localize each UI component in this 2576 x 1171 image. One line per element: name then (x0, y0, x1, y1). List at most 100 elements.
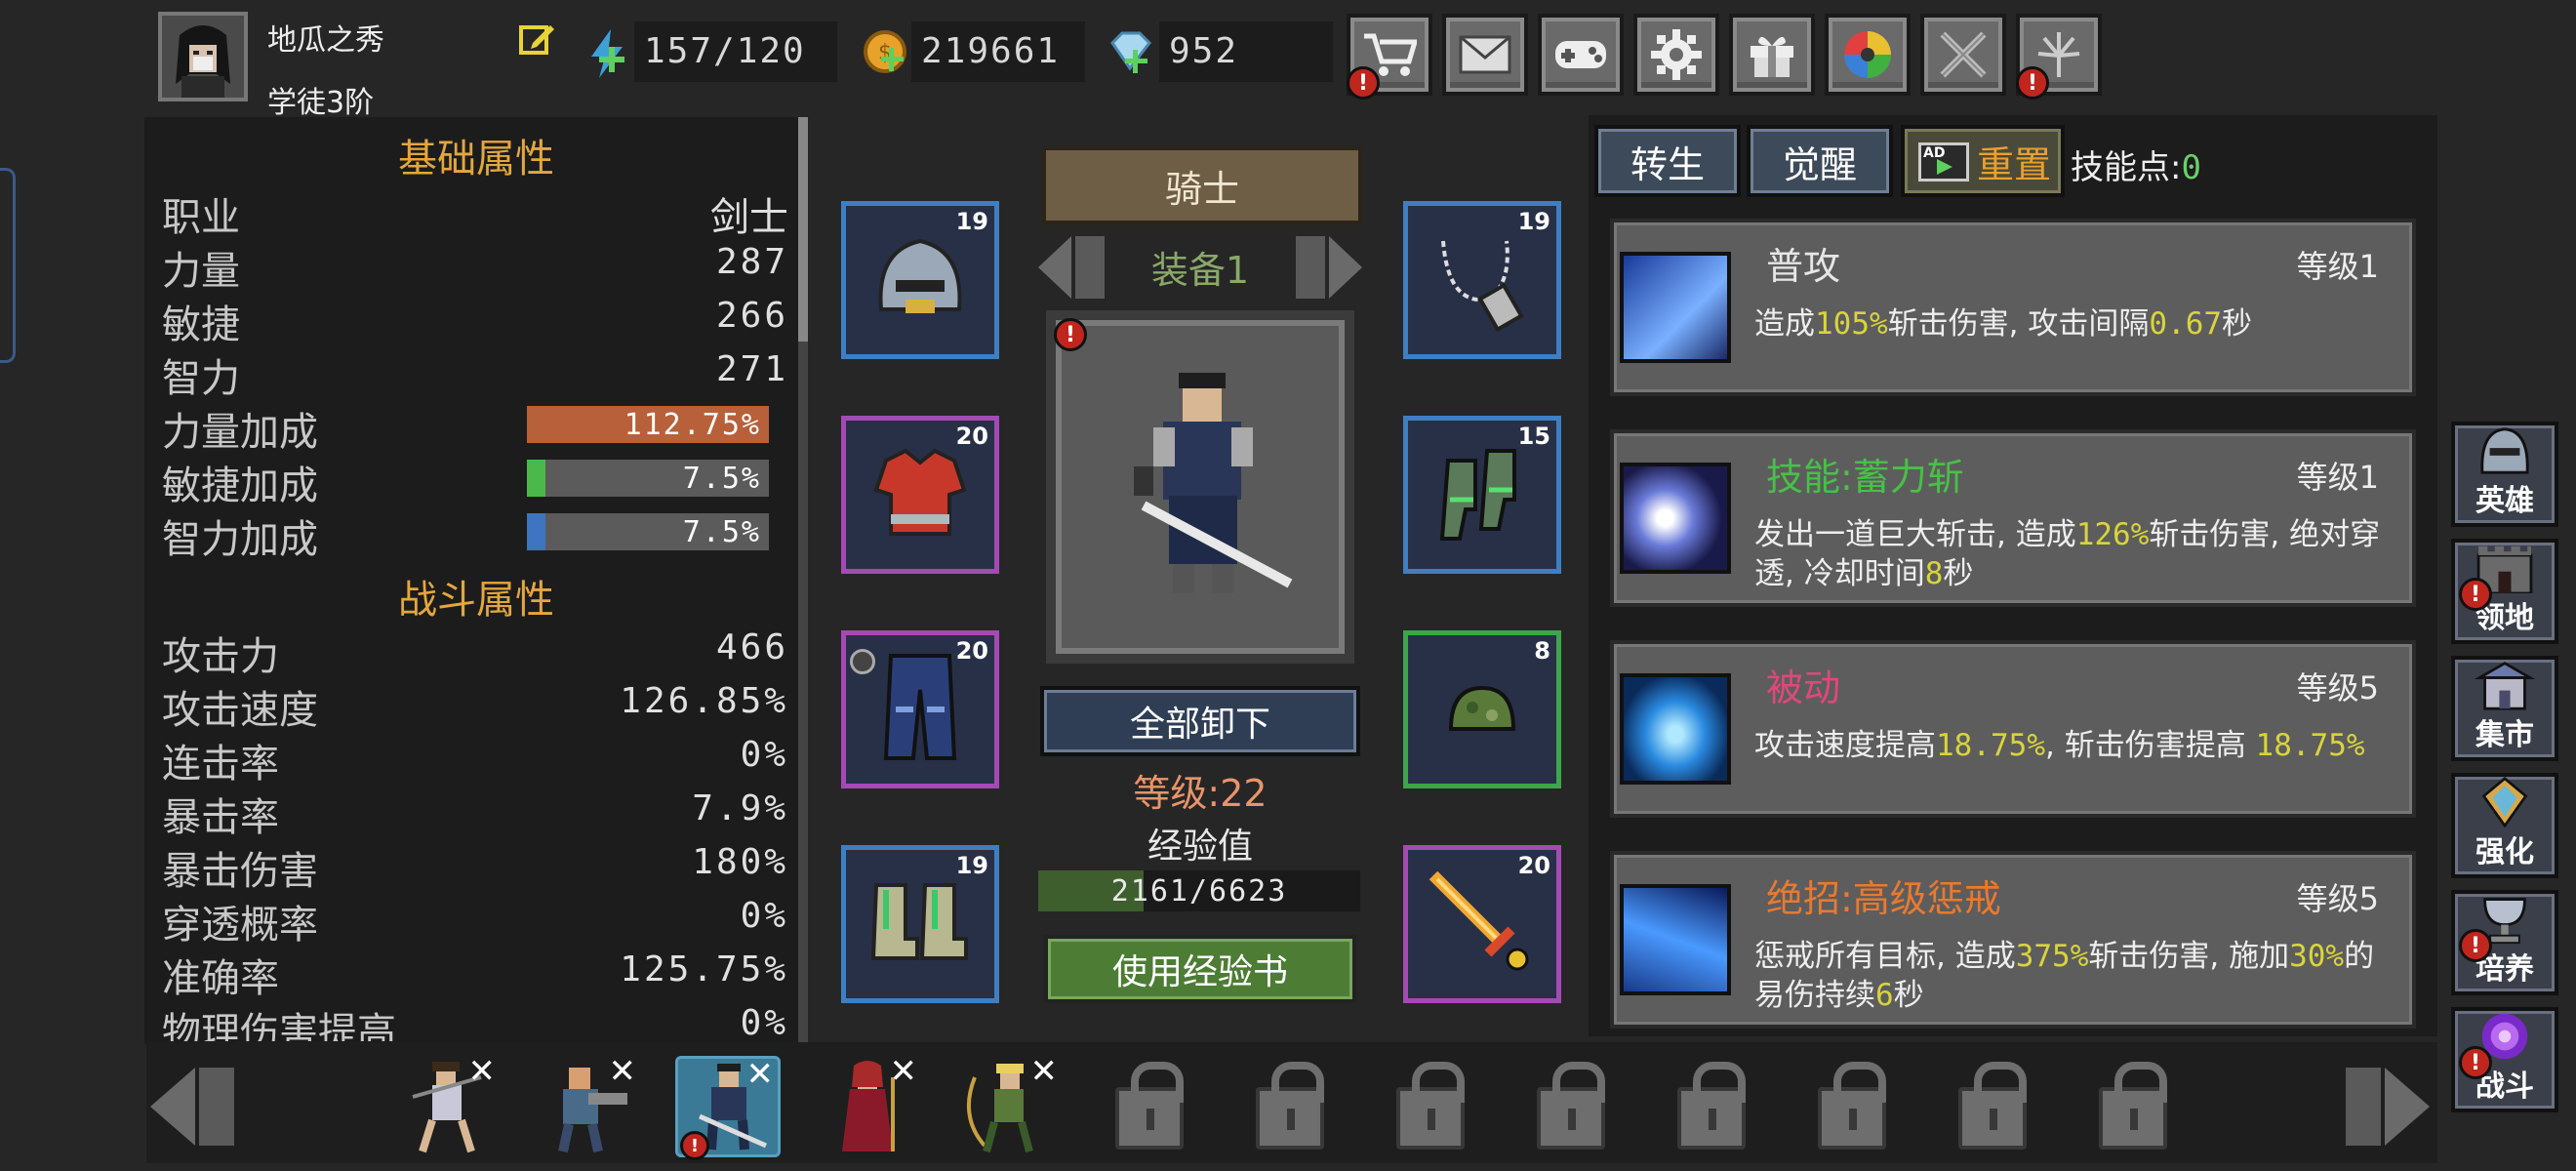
dismiss-hero-icon[interactable]: ✕ (890, 1052, 918, 1091)
battle-button[interactable] (1920, 14, 2006, 96)
diamond-value: 952 (1169, 31, 1239, 71)
dismiss-hero-icon[interactable]: ✕ (746, 1055, 775, 1094)
highlight-value: 126% (2075, 517, 2150, 552)
unequip-all-button[interactable]: 全部卸下 (1040, 686, 1360, 756)
skill-card[interactable]: 技能:蓄力斩 等级1 发出一道巨大斩击, 造成126%斩击伤害, 绝对穿透, 冷… (1610, 429, 2416, 607)
bonus-value: 112.75% (624, 408, 761, 442)
skill-level: 等级1 (2296, 248, 2379, 285)
fireworks-button[interactable]: ! (2016, 14, 2102, 100)
shop-button[interactable]: ! (1347, 14, 1432, 100)
sword-slot[interactable]: 20 (1403, 845, 1561, 1003)
hero-slot[interactable]: ✕ (956, 1052, 1062, 1157)
settings-button[interactable] (1633, 14, 1719, 96)
attr-label: 职业 (162, 195, 240, 240)
edit-name-icon[interactable] (517, 20, 556, 59)
gift-button[interactable] (1729, 14, 1815, 96)
locked-hero-slot[interactable] (1940, 1056, 2045, 1157)
attr-value: 271 (715, 349, 788, 389)
tab-rebirth[interactable]: 转生 (1594, 125, 1741, 197)
combat-value: 125.75% (620, 949, 788, 989)
sidenav-battle[interactable]: 战斗 ! (2451, 1007, 2558, 1112)
dismiss-hero-icon[interactable]: ✕ (609, 1052, 637, 1091)
sidenav-territory[interactable]: 领地 ! (2451, 539, 2558, 644)
locked-hero-slot[interactable] (1097, 1056, 1202, 1157)
tab-awaken[interactable]: 觉醒 (1747, 125, 1893, 197)
reset-skills-button[interactable]: AD 重置 (1901, 125, 2065, 197)
sidenav-alert-badge: ! (2459, 929, 2492, 962)
attr-value: 266 (715, 296, 788, 336)
dismiss-hero-icon[interactable]: ✕ (468, 1052, 497, 1091)
use-exp-book-button[interactable]: 使用经验书 (1044, 935, 1356, 1003)
highlight-value: 375% (2015, 939, 2089, 974)
necklace-slot[interactable]: 19 (1403, 201, 1561, 359)
sidenav-enhance[interactable]: 强化 (2451, 773, 2558, 878)
armor-slot[interactable]: 20 (841, 416, 999, 574)
sidenav-cultivate[interactable]: 培养 ! (2451, 890, 2558, 995)
desc-text: 发出一道巨大斩击, 造成 (1754, 517, 2076, 552)
market-icon (2474, 662, 2536, 710)
hero-slot[interactable]: ✕ (394, 1052, 500, 1157)
boots-slot[interactable]: 19 (841, 845, 999, 1003)
combat-value: 180% (692, 842, 788, 882)
player-avatar[interactable] (158, 12, 248, 101)
edge-drawer-tab[interactable] (0, 168, 16, 363)
next-set-button[interactable] (1290, 232, 1368, 303)
sidenav-alert-badge: ! (2459, 578, 2492, 611)
diamond-box: 952 (1159, 21, 1333, 82)
locked-hero-slot[interactable] (1237, 1056, 1343, 1157)
locked-hero-slot[interactable] (1378, 1056, 1483, 1157)
lock-icon (1958, 1062, 2027, 1150)
gem-socket-icon (850, 649, 875, 674)
scrollbar-thumb[interactable] (798, 117, 808, 342)
mail-button[interactable] (1442, 14, 1528, 96)
pants-slot[interactable]: 20 (841, 630, 999, 788)
attr-value: 287 (715, 242, 788, 282)
locked-hero-slot[interactable] (1659, 1056, 1764, 1157)
highlight-value: 18.75% (1936, 728, 2045, 763)
skill-name: 普攻 (1766, 245, 1841, 288)
reset-label: 重置 (1976, 142, 2051, 186)
sidenav-hero[interactable]: 英雄 (2451, 422, 2558, 527)
energy-icon (585, 27, 628, 80)
sidenav-label: 集市 (2475, 718, 2534, 752)
slot-level: 19 (955, 852, 988, 879)
hero-slot-selected[interactable]: ✕ ! (675, 1055, 781, 1160)
attribute-scrollbar[interactable] (798, 117, 808, 1044)
combat-label: 暴击率 (162, 795, 279, 840)
desc-text: 斩击伤害, 攻击间隔 (1887, 306, 2150, 342)
combat-label: 连击率 (162, 742, 279, 787)
locked-hero-slot[interactable] (2080, 1056, 2186, 1157)
prev-hero-page-button[interactable] (146, 1062, 240, 1151)
skill-card[interactable]: 普攻 等级1 造成105%斩击伤害, 攻击间隔0.67秒 (1610, 219, 2416, 396)
diamond-icon (1107, 31, 1153, 74)
slot-level: 20 (1517, 852, 1550, 879)
sidenav-market[interactable]: 集市 (2451, 656, 2558, 761)
ring-slot[interactable]: 8 (1403, 630, 1561, 788)
prev-set-button[interactable] (1032, 232, 1110, 303)
bonus-label: 智力加成 (162, 517, 318, 562)
skill-points-text: 技能点: (2071, 148, 2182, 187)
skill-name: 技能:蓄力斩 (1766, 456, 1964, 499)
hero-slot[interactable]: ✕ (535, 1052, 640, 1157)
next-hero-page-button[interactable] (2340, 1062, 2434, 1151)
mail-icon (1459, 35, 1511, 74)
hero-slot[interactable]: ✕ (816, 1052, 921, 1157)
locked-hero-slot[interactable] (1799, 1056, 1905, 1157)
highlight-value: 8 (1924, 556, 1944, 591)
gamepad-button[interactable] (1538, 14, 1624, 96)
exp-label: 经验值 (1147, 827, 1253, 867)
wheel-button[interactable] (1825, 14, 1911, 96)
gloves-slot[interactable]: 15 (1403, 416, 1561, 574)
helmet-slot[interactable]: 19 (841, 201, 999, 359)
highlight-value: 6 (1875, 978, 1894, 1013)
skill-card[interactable]: 被动 等级5 攻击速度提高18.75%, 斩击伤害提高 18.75% (1610, 640, 2416, 818)
locked-hero-slot[interactable] (1518, 1056, 1624, 1157)
attribute-panel[interactable]: 基础属性 职业 剑士 力量 287 敏捷 266 智力 271 力量加成 112… (144, 117, 808, 1044)
combat-value: 126.85% (620, 681, 788, 721)
helmet-icon (878, 238, 962, 313)
color-wheel-icon (1844, 31, 1891, 78)
skill-card[interactable]: 绝招:高级惩戒 等级5 惩戒所有目标, 造成375%斩击伤害, 施加30%的易伤… (1610, 851, 2416, 1029)
dismiss-hero-icon[interactable]: ✕ (1030, 1052, 1059, 1091)
class-ribbon: 骑士 (1042, 146, 1362, 224)
skill-desc: 攻击速度提高18.75%, 斩击伤害提高 18.75% (1754, 726, 2398, 765)
